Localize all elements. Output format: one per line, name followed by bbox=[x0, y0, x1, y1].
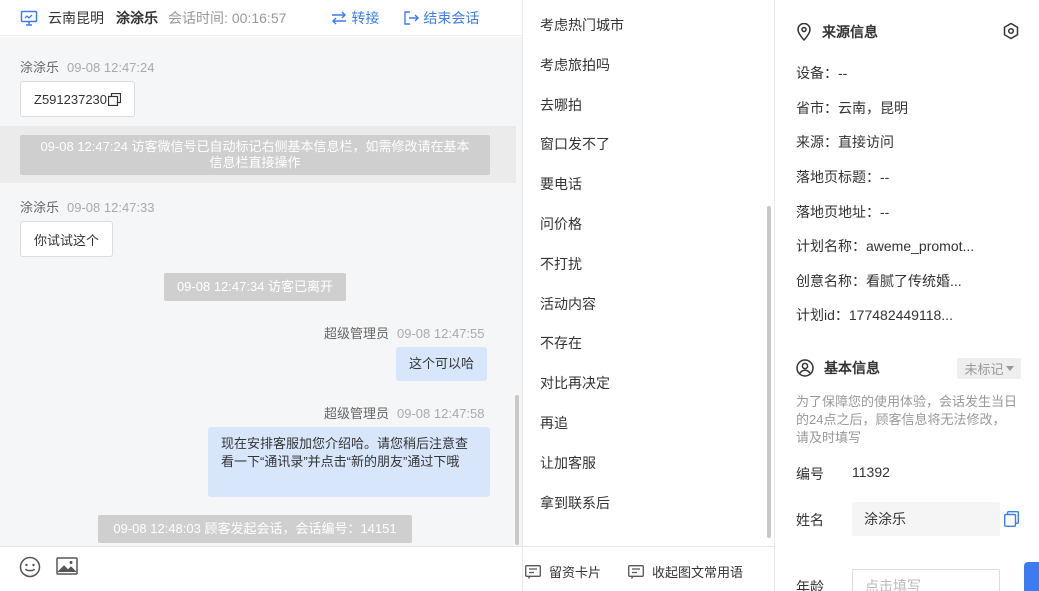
tag-select-value: 未标记 bbox=[964, 362, 1004, 377]
system-notice: 09-08 12:47:34 访客已离开 bbox=[164, 273, 346, 301]
system-notice: 09-08 12:47:24 访客微信号已自动标记右侧基本信息栏，如需修改请在基… bbox=[20, 135, 490, 175]
message-meta: 超级管理员 09-08 12:47:58 bbox=[324, 403, 484, 422]
caret-down-icon bbox=[1005, 366, 1014, 371]
name-label: 姓名 bbox=[796, 512, 824, 528]
province-city-row: 省市：云南，昆明 bbox=[796, 100, 908, 116]
message-text: 你试试这个 bbox=[34, 232, 100, 248]
age-input[interactable] bbox=[852, 569, 1000, 591]
source-info-title-text: 来源信息 bbox=[822, 24, 878, 40]
quick-reply-toolbar: 留资卡片 收起图文常用语 bbox=[523, 546, 774, 591]
message-sender: 涂涂乐 bbox=[20, 200, 60, 215]
emoji-icon[interactable] bbox=[19, 556, 41, 578]
message-text: 这个可以哈 bbox=[409, 356, 475, 371]
end-session-button[interactable]: 结束会话 bbox=[403, 8, 479, 28]
edit-notice: 为了保障您的使用体验，会话发生当日的24点之后，顾客信息将无法修改，请及时填写 bbox=[796, 394, 1018, 445]
quick-reply-item[interactable]: 活动内容 bbox=[540, 285, 624, 325]
transfer-icon bbox=[332, 11, 347, 24]
quick-reply-panel: 考虑热门城市 考虑旅拍吗 去哪拍 窗口发不了 要电话 问价格 不打扰 活动内容 … bbox=[523, 0, 775, 591]
chat-header: 云南昆明 涂涂乐 会话时间: 00:16:57 转接 结束会话 bbox=[0, 0, 522, 36]
plan-id-row: 计划id：177482449118... bbox=[796, 307, 953, 323]
user-circle-icon bbox=[796, 359, 814, 377]
message-sender: 超级管理员 bbox=[324, 326, 390, 341]
message-meta: 超级管理员 09-08 12:47:55 bbox=[324, 323, 484, 342]
message-text: 现在安排客服加您介绍哈。请您稍后注意查看一下“通讯录”并点击“新的朋友”通过下哦 bbox=[221, 436, 469, 469]
id-label: 编号 bbox=[796, 466, 824, 482]
location-pin-icon bbox=[797, 23, 811, 41]
name-value: 涂涂乐 bbox=[864, 511, 906, 527]
copy-icon[interactable] bbox=[108, 92, 122, 106]
message-area[interactable]: 涂涂乐 09-08 12:47:24 Z591237230 09-08 12:47… bbox=[0, 37, 522, 546]
lead-card-label: 留资卡片 bbox=[549, 565, 602, 580]
basic-info-title-text: 基本信息 bbox=[824, 360, 880, 376]
id-value: 11392 bbox=[852, 464, 890, 480]
message-bubble[interactable]: 你试试这个 bbox=[20, 221, 114, 257]
landing-url-row: 落地页地址：-- bbox=[796, 204, 890, 220]
device-row: 设备：-- bbox=[796, 65, 848, 81]
landing-title-row: 落地页标题：-- bbox=[796, 169, 890, 185]
message-time: 09-08 12:47:33 bbox=[67, 200, 155, 215]
monitor-icon bbox=[20, 9, 38, 27]
info-panel: 来源信息 设备：-- 省市：云南，昆明 来源：直接访问 落地页标题：-- 落地页… bbox=[776, 0, 1039, 591]
basic-info-title: 基本信息 bbox=[796, 358, 880, 378]
message-text: Z591237230 bbox=[34, 91, 108, 107]
age-label: 年龄 bbox=[796, 579, 824, 591]
settings-icon[interactable] bbox=[1002, 22, 1020, 40]
quick-reply-item[interactable]: 再追 bbox=[540, 404, 624, 444]
message-sender: 涂涂乐 bbox=[20, 60, 60, 75]
creative-name-row: 创意名称：看腻了传统婚... bbox=[796, 273, 962, 289]
message-meta: 涂涂乐 09-08 12:47:33 bbox=[20, 197, 154, 216]
session-time: 00:16:57 bbox=[231, 9, 287, 26]
message-bubble[interactable]: 这个可以哈 bbox=[396, 347, 488, 381]
quick-reply-item[interactable]: 去哪拍 bbox=[540, 86, 624, 126]
quick-reply-item[interactable]: 考虑旅拍吗 bbox=[540, 46, 624, 86]
session-time-label: 会话时间: bbox=[168, 9, 228, 26]
quick-reply-item[interactable]: 不存在 bbox=[540, 324, 624, 364]
exit-icon bbox=[404, 10, 420, 25]
collapse-phrases-label: 收起图文常用语 bbox=[652, 565, 744, 580]
message-time: 09-08 12:47:55 bbox=[397, 326, 485, 341]
quick-reply-item[interactable]: 拿到联系后 bbox=[540, 484, 624, 524]
system-notice: 09-08 12:48:03 顾客发起会话，会话编号：14151 bbox=[98, 515, 412, 543]
chat-panel: 云南昆明 涂涂乐 会话时间: 00:16:57 转接 结束会话 涂涂乐 09-08… bbox=[0, 0, 523, 591]
tag-select[interactable]: 未标记 bbox=[957, 358, 1021, 379]
quick-reply-item[interactable]: 让加客服 bbox=[540, 444, 624, 484]
quick-reply-item[interactable]: 问价格 bbox=[540, 205, 624, 245]
quick-reply-item[interactable]: 考虑热门城市 bbox=[540, 6, 624, 46]
transfer-button[interactable]: 转接 bbox=[331, 8, 379, 28]
quick-reply-list: 考虑热门城市 考虑旅拍吗 去哪拍 窗口发不了 要电话 问价格 不打扰 活动内容 … bbox=[540, 6, 624, 523]
lead-card-button[interactable]: 留资卡片 bbox=[525, 562, 601, 581]
name-field[interactable]: 涂涂乐 bbox=[852, 502, 1000, 536]
visitor-location: 云南昆明 bbox=[48, 9, 104, 26]
source-info-title: 来源信息 bbox=[796, 22, 878, 42]
message-meta: 涂涂乐 09-08 12:47:24 bbox=[20, 57, 154, 76]
source-row: 来源：直接访问 bbox=[796, 134, 894, 150]
card-icon bbox=[525, 564, 541, 579]
message-time: 09-08 12:47:24 bbox=[67, 60, 155, 75]
scrollbar[interactable] bbox=[515, 395, 519, 545]
quick-reply-item[interactable]: 对比再决定 bbox=[540, 364, 624, 404]
message-icon bbox=[628, 564, 644, 579]
quick-reply-item[interactable]: 窗口发不了 bbox=[540, 125, 624, 165]
quick-reply-item[interactable]: 要电话 bbox=[540, 165, 624, 205]
message-sender: 超级管理员 bbox=[324, 406, 390, 421]
floating-action-button[interactable] bbox=[1024, 562, 1039, 591]
message-bubble[interactable]: 现在安排客服加您介绍哈。请您稍后注意查看一下“通讯录”并点击“新的朋友”通过下哦 bbox=[208, 427, 490, 497]
scrollbar[interactable] bbox=[767, 206, 771, 538]
quick-reply-item[interactable]: 不打扰 bbox=[540, 245, 624, 285]
message-bubble[interactable]: Z591237230 bbox=[20, 81, 136, 117]
message-time: 09-08 12:47:58 bbox=[397, 406, 485, 421]
visitor-name: 涂涂乐 bbox=[116, 9, 158, 26]
collapse-phrases-button[interactable]: 收起图文常用语 bbox=[628, 562, 743, 581]
plan-name-row: 计划名称：aweme_promot... bbox=[796, 238, 975, 254]
transfer-label: 转接 bbox=[351, 9, 380, 26]
image-icon[interactable] bbox=[56, 556, 78, 578]
chat-toolbar bbox=[0, 546, 522, 591]
end-session-label: 结束会话 bbox=[423, 9, 480, 26]
copy-icon[interactable] bbox=[1003, 510, 1020, 528]
